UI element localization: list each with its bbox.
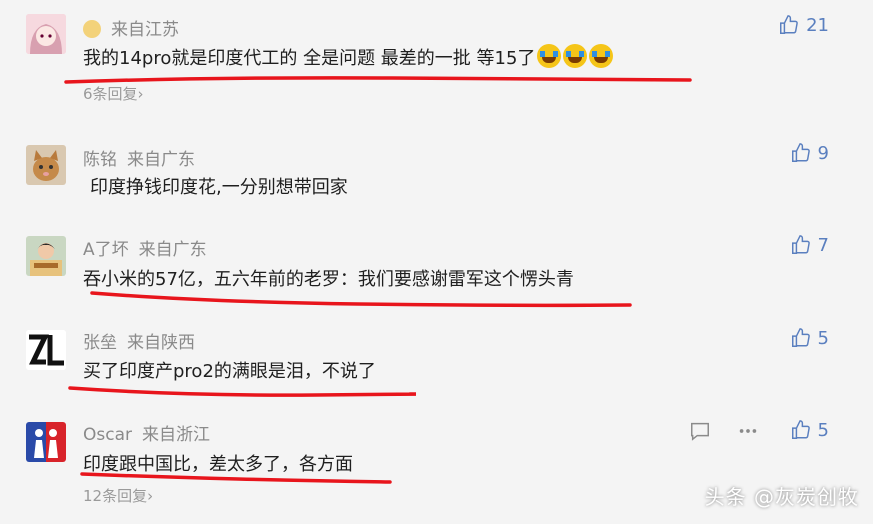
like-count: 7: [817, 234, 829, 256]
watermark: 头条 @灰炭创牧: [704, 485, 859, 509]
comment-location: 来自广东: [127, 150, 195, 170]
chevron-right-icon: ›: [137, 85, 144, 103]
like-button[interactable]: 7: [790, 233, 829, 257]
thumbs-up-icon: [791, 143, 810, 162]
avatar[interactable]: [26, 145, 66, 185]
comment-text: 印度挣钱印度花,一分别想带回家: [90, 177, 348, 198]
comment-location: 来自浙江: [142, 425, 210, 445]
like-button[interactable]: 5: [790, 418, 829, 442]
comment-meta: 张垒 来自陕西: [83, 328, 195, 353]
more-options-icon[interactable]: [737, 420, 759, 442]
like-button[interactable]: 21: [778, 13, 829, 37]
comment-text: 印度跟中国比，差太多了，各方面: [83, 454, 353, 475]
crying-face-icon: [537, 44, 562, 68]
comment-location: 来自江苏: [111, 20, 179, 40]
reply-comment-icon[interactable]: [689, 420, 711, 442]
replies-link[interactable]: 6条回复›: [83, 83, 144, 104]
crying-face-icon: [563, 44, 588, 68]
comment-location: 来自广东: [138, 240, 207, 260]
avatar[interactable]: [26, 236, 66, 276]
replies-count: 12条回复: [83, 487, 148, 505]
comment-meta: 陈铭 来自广东: [83, 145, 195, 170]
avatar[interactable]: [26, 422, 66, 462]
like-count: 21: [806, 14, 829, 36]
replies-count: 6条回复: [83, 85, 138, 103]
comment-item: 张垒 来自陕西 买了印度产pro2的满眼是泪，不说了 5: [0, 320, 873, 405]
comment-location: 来自陕西: [127, 333, 195, 353]
comment-meta: Oscar 来自浙江: [83, 420, 210, 445]
replies-link[interactable]: 12条回复›: [83, 485, 153, 506]
comment-item: A了坏 来自广东 吞小米的57亿，五六年前的老罗：我们要感谢雷军这个愣头青 7: [0, 227, 873, 312]
like-count: 5: [817, 327, 829, 349]
like-button[interactable]: 5: [790, 326, 829, 350]
thumbs-up-icon: [791, 328, 810, 347]
comment-actions: [689, 420, 759, 442]
thumbs-up-icon: [780, 15, 798, 34]
like-count: 5: [817, 419, 829, 441]
crying-face-icon: [589, 44, 614, 68]
red-underline: [68, 386, 416, 397]
comment-author[interactable]: Oscar: [83, 425, 132, 445]
comment-meta: A了坏 来自广东: [83, 235, 207, 260]
thumbs-up-icon: [791, 420, 810, 439]
comment-text: 我的14pro就是印度代工的 全是问题 最差的一批 等15了: [83, 44, 614, 70]
comment-text-content: 我的14pro就是印度代工的 全是问题 最差的一批 等15了: [83, 48, 536, 69]
chevron-right-icon: ›: [147, 487, 154, 505]
like-count: 9: [817, 142, 829, 164]
thumbs-up-icon: [791, 235, 810, 254]
user-badge-icon: [83, 20, 101, 38]
comment-author[interactable]: 陈铭: [83, 150, 117, 170]
like-button[interactable]: 9: [790, 141, 829, 165]
comment-text: 吞小米的57亿，五六年前的老罗：我们要感谢雷军这个愣头青: [83, 269, 574, 290]
comment-text: 买了印度产pro2的满眼是泪，不说了: [83, 361, 376, 382]
comment-author[interactable]: A了坏: [83, 240, 129, 260]
comment-item: 来自江苏 我的14pro就是印度代工的 全是问题 最差的一批 等15了 6条回复…: [0, 0, 873, 110]
avatar[interactable]: [26, 330, 66, 370]
comment-item: 陈铭 来自广东 印度挣钱印度花,一分别想带回家 9: [0, 135, 873, 215]
comment-meta: 来自江苏: [83, 15, 179, 40]
avatar[interactable]: [26, 14, 66, 54]
comment-author[interactable]: 张垒: [83, 333, 117, 353]
